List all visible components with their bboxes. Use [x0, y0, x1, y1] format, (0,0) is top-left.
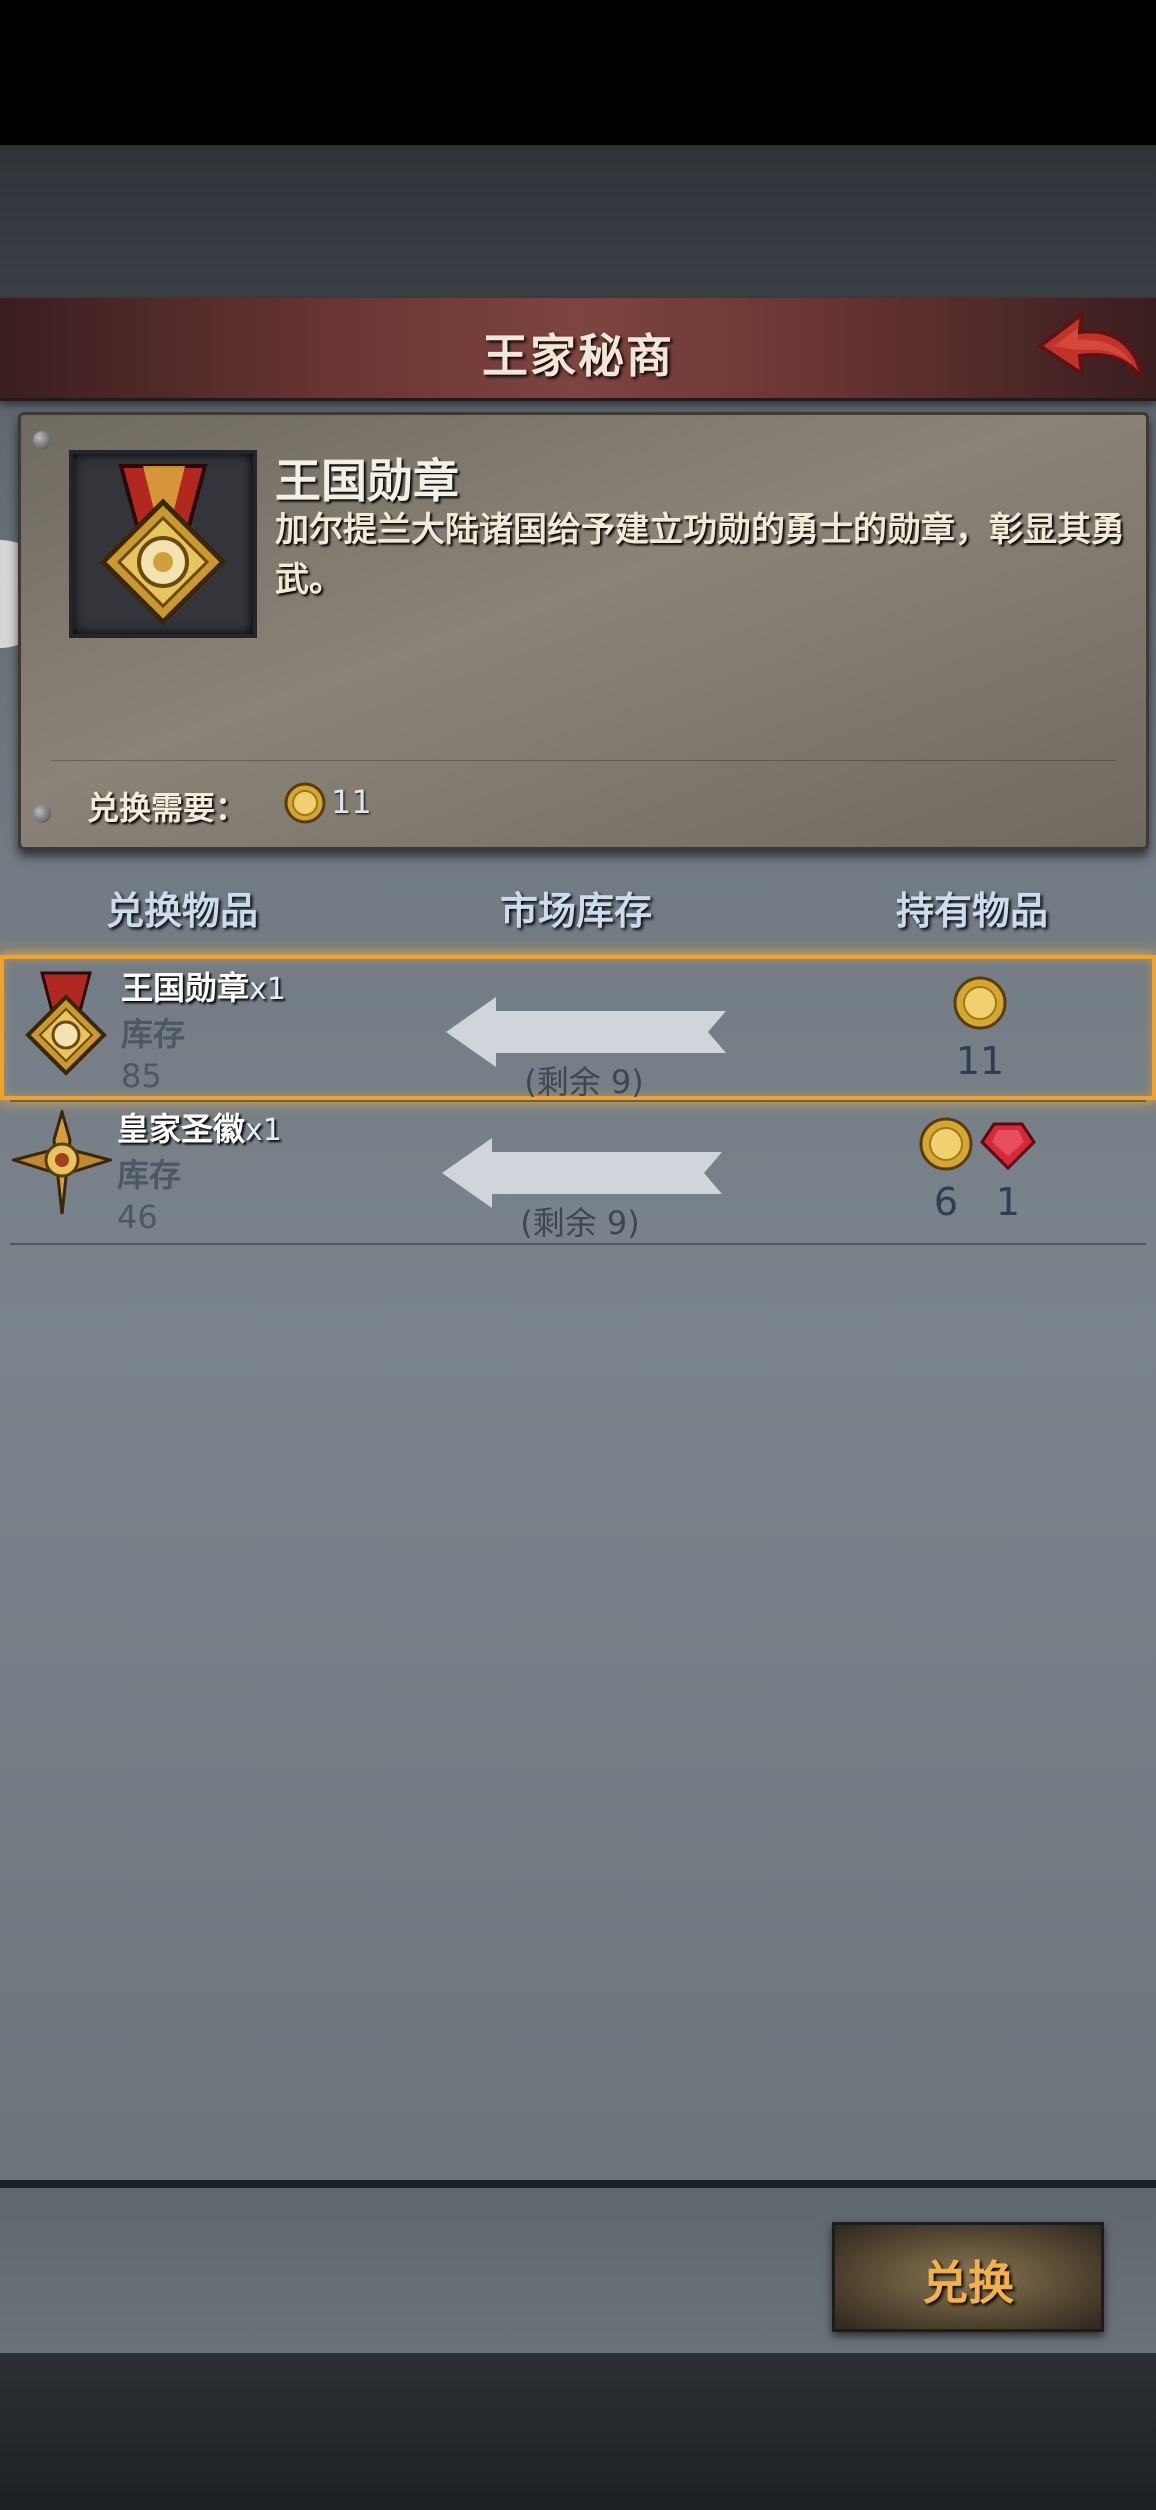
owned-count: 1: [995, 1180, 1021, 1224]
row-stock-label: 库存: [117, 1156, 182, 1194]
divider: [10, 1243, 1146, 1245]
exchange-row[interactable]: 皇家圣徽x1 库存 46 (剩余 9) 6 1: [0, 1100, 1156, 1245]
row-remaining: (剩余 9): [520, 1204, 640, 1242]
exchange-button[interactable]: 兑换: [832, 2222, 1104, 2332]
owned-count: 6: [933, 1180, 959, 1224]
back-arrow-icon: [1036, 309, 1144, 382]
item-name: 王国勋章: [275, 454, 459, 508]
title-bar: 王家秘商: [0, 298, 1156, 401]
gold-coin-icon: [919, 1117, 973, 1171]
exchange-row[interactable]: 王国勋章x1 库存 85 (剩余 9) 11: [0, 955, 1156, 1101]
rivet: [33, 805, 51, 823]
back-button[interactable]: [1034, 306, 1146, 390]
item-description: 加尔提兰大陆诸国给予建立功勋的勇士的勋章，彰显其勇武。: [275, 510, 1125, 600]
column-header-item: 兑换物品: [106, 889, 259, 933]
page-title: 王家秘商: [482, 329, 674, 383]
column-header-market: 市场库存: [500, 889, 653, 933]
row-stock-label: 库存: [121, 1015, 186, 1053]
owned-count: 11: [955, 1039, 1005, 1083]
cost-label: 兑换需要：: [87, 789, 248, 827]
item-detail-panel: 王国勋章 加尔提兰大陆诸国给予建立功勋的勇士的勋章，彰显其勇武。 兑换需要： 1…: [18, 412, 1149, 850]
rivet: [33, 431, 51, 449]
column-header-owned: 持有物品: [896, 889, 1049, 933]
royal-emblem-icon: [12, 1110, 112, 1215]
item-icon-frame: [69, 450, 257, 638]
gold-coin-icon: [284, 782, 326, 824]
red-gem-icon: [980, 1122, 1036, 1171]
row-remaining: (剩余 9): [524, 1063, 644, 1101]
row-stock-value: 46: [117, 1198, 158, 1236]
row-stock-value: 85: [121, 1057, 162, 1095]
row-item-name: 皇家圣徽x1: [117, 1110, 282, 1148]
bottom-area: [0, 2353, 1156, 2510]
divider: [0, 2180, 1156, 2188]
kingdom-medal-icon: [25, 971, 107, 1076]
top-band: [0, 145, 1156, 300]
exchange-button-label: 兑换: [922, 2256, 1014, 2310]
row-item-name: 王国勋章x1: [121, 969, 286, 1007]
divider: [51, 760, 1116, 761]
status-area: [0, 0, 1156, 145]
kingdom-medal-icon: [99, 464, 227, 626]
gold-coin-icon: [953, 976, 1007, 1030]
cost-value: 11: [331, 783, 372, 821]
